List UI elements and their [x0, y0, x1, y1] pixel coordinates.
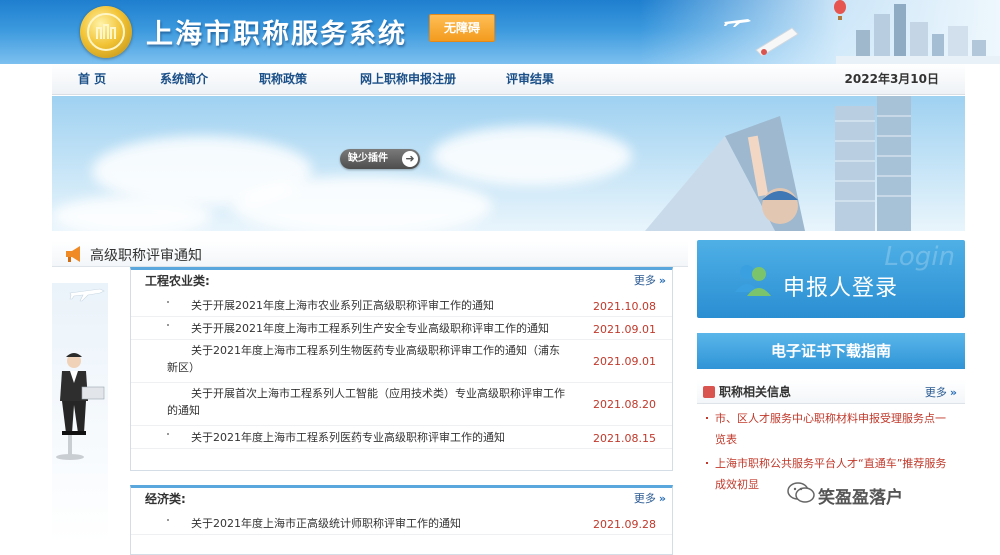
site-logo-icon[interactable] — [80, 6, 132, 58]
more-label: 更多 — [633, 274, 656, 287]
bullet-icon — [167, 301, 169, 303]
notice-date: 2021.09.28 — [593, 518, 656, 531]
more-link[interactable]: 更多» — [634, 490, 666, 506]
current-date: 2022年3月10日 — [844, 72, 939, 86]
section-header: 高级职称评审通知 — [52, 241, 688, 267]
businessman-illustration — [56, 288, 105, 460]
notice-row[interactable]: 关于开展2021年度上海市农业系列正高级职称评审工作的通知 2021.10.08 — [131, 294, 672, 317]
notice-title[interactable]: 关于开展首次上海市工程系列人工智能（应用技术类）专业高级职称评审工作的通知 — [131, 383, 672, 419]
double-chevron-right-icon: » — [658, 274, 666, 287]
info-link-text[interactable]: 市、区人才服务中心职称材料申报受理服务点一览表 — [715, 412, 946, 446]
users-icon — [735, 265, 771, 296]
nav-home[interactable]: 首 页 — [78, 64, 106, 95]
diploma-scroll-icon — [755, 27, 799, 57]
e-certificate-guide-button[interactable]: 电子证书下载指南 — [697, 333, 965, 369]
wechat-icon — [787, 482, 815, 503]
notice-panel-engineering: 工程农业类: 更多» 关于开展2021年度上海市农业系列正高级职称评审工作的通知… — [130, 267, 673, 471]
notice-title[interactable]: 关于开展2021年度上海市农业系列正高级职称评审工作的通知 — [131, 294, 672, 314]
nav-system-intro[interactable]: 系统简介 — [160, 64, 208, 95]
main-nav: 首 页 系统简介 职称政策 网上职称申报注册 评审结果 2022年3月10日 — [52, 64, 965, 95]
missing-plugin-button[interactable]: 缺少插件 ➜ — [340, 149, 420, 169]
bullet-icon — [167, 433, 169, 435]
section-title: 高级职称评审通知 — [90, 248, 202, 264]
login-label: 申报人登录 — [783, 276, 899, 301]
airplane-icon — [724, 19, 751, 27]
bullet-icon — [706, 462, 708, 464]
notice-row[interactable]: 关于2021年度上海市正高级统计师职称评审工作的通知 2021.09.28 — [131, 512, 672, 535]
notice-title[interactable]: 关于2021年度上海市工程系列医药专业高级职称评审工作的通知 — [131, 426, 672, 446]
panel-title: 工程农业类: — [145, 274, 210, 288]
panel-header: 经济类: 更多» — [131, 488, 672, 512]
bullet-icon — [706, 417, 708, 419]
cloud-shape — [232, 176, 492, 231]
city-skyline-icon — [836, 4, 1000, 64]
notice-row[interactable]: 关于开展2021年度上海市工程系列生产安全专业高级职称评审工作的通知 2021.… — [131, 317, 672, 340]
notice-date: 2021.08.20 — [593, 398, 656, 411]
wechat-watermark: 笑盈盈落户 — [818, 488, 903, 508]
megaphone-icon — [66, 246, 80, 262]
login-watermark: Login — [884, 242, 955, 272]
accessibility-button[interactable]: 无障碍 — [429, 14, 495, 42]
arrow-right-icon: ➜ — [402, 151, 418, 167]
applicant-login-button[interactable]: Login 申报人登录 — [697, 240, 965, 318]
more-link[interactable]: 更多» — [634, 272, 666, 288]
bullet-icon — [167, 519, 169, 521]
bullet-icon — [167, 324, 169, 326]
notice-title[interactable]: 关于2021年度上海市正高级统计师职称评审工作的通知 — [131, 512, 672, 532]
more-link[interactable]: 更多» — [925, 384, 957, 400]
notice-date: 2021.08.15 — [593, 432, 656, 445]
site-header: 上海市职称服务系统 无障碍 — [0, 0, 1000, 64]
notice-date: 2021.09.01 — [593, 355, 656, 368]
hero-banner: 缺少插件 ➜ — [52, 96, 965, 231]
double-chevron-right-icon: » — [949, 386, 957, 399]
related-info-header: 职称相关信息 更多» — [697, 380, 965, 404]
panel-header: 工程农业类: 更多» — [131, 270, 672, 294]
nav-title-policy[interactable]: 职称政策 — [259, 64, 307, 95]
nav-online-register[interactable]: 网上职称申报注册 — [360, 64, 456, 95]
nav-review-results[interactable]: 评审结果 — [506, 64, 554, 95]
notice-row[interactable]: 关于2021年度上海市工程系列生物医药专业高级职称评审工作的通知（浦东新区） 2… — [131, 340, 672, 383]
double-chevron-right-icon: » — [658, 492, 666, 505]
missing-plugin-label: 缺少插件 — [348, 153, 388, 164]
cloud-shape — [432, 126, 632, 186]
notice-row[interactable]: 关于开展首次上海市工程系列人工智能（应用技术类）专业高级职称评审工作的通知 20… — [131, 383, 672, 426]
more-label: 更多 — [633, 492, 656, 505]
notice-date: 2021.09.01 — [593, 323, 656, 336]
hero-building-illustration — [645, 96, 911, 231]
notice-title[interactable]: 关于2021年度上海市工程系列生物医药专业高级职称评审工作的通知（浦东新区） — [131, 340, 672, 376]
notice-panel-economics: 经济类: 更多» 关于2021年度上海市正高级统计师职称评审工作的通知 2021… — [130, 485, 673, 555]
more-label: 更多 — [924, 386, 947, 399]
notice-date: 2021.10.08 — [593, 300, 656, 313]
info-link[interactable]: 市、区人才服务中心职称材料申报受理服务点一览表 — [697, 408, 965, 450]
side-illustration — [52, 283, 108, 543]
notice-row[interactable]: 关于2021年度上海市工程系列医药专业高级职称评审工作的通知 2021.08.1… — [131, 426, 672, 449]
panel-title: 经济类: — [145, 492, 186, 506]
info-icon — [703, 386, 715, 398]
cloud-shape — [52, 196, 212, 231]
notice-title[interactable]: 关于开展2021年度上海市工程系列生产安全专业高级职称评审工作的通知 — [131, 317, 672, 337]
site-title: 上海市职称服务系统 — [146, 19, 407, 50]
related-info-title: 职称相关信息 — [719, 385, 792, 399]
